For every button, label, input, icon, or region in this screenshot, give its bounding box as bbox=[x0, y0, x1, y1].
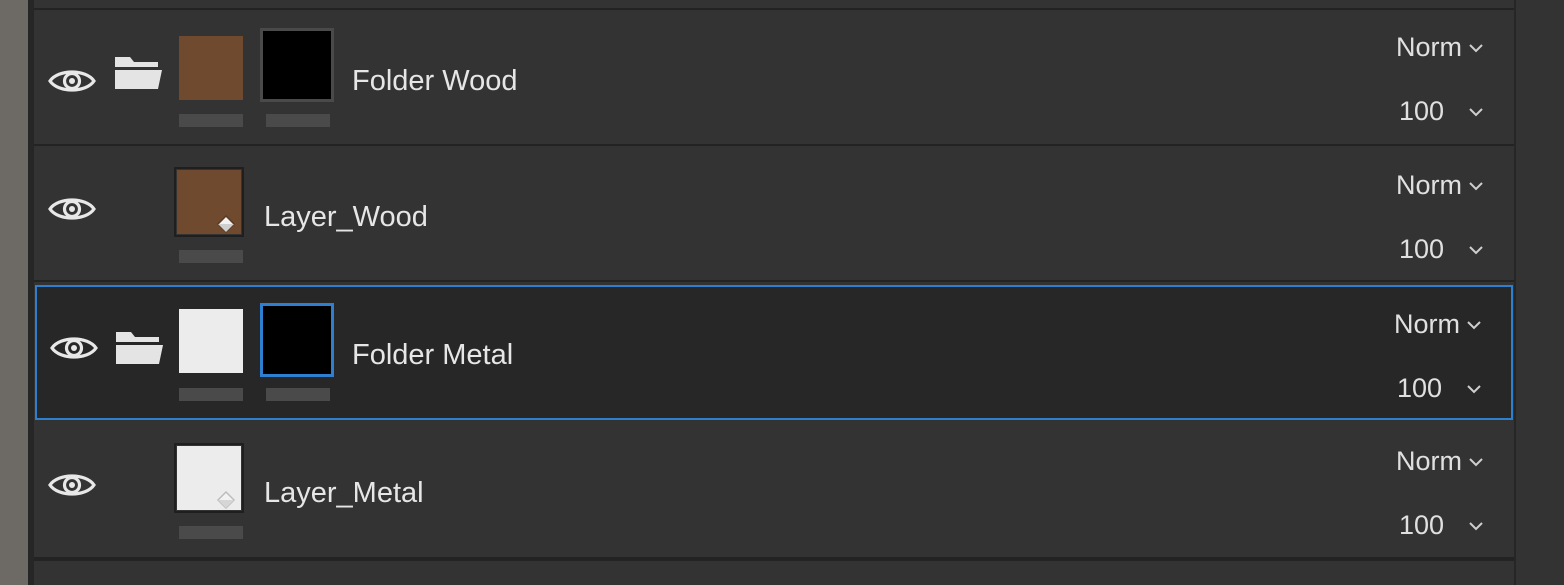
layer-name[interactable]: Layer_Metal bbox=[264, 477, 424, 510]
layer-thumbnail[interactable] bbox=[179, 36, 243, 100]
thumbnail-link-bar bbox=[179, 114, 243, 127]
layer-mask-thumbnail[interactable] bbox=[260, 28, 334, 102]
mask-link-bar bbox=[266, 114, 330, 127]
paint-bucket-icon bbox=[216, 214, 236, 234]
blend-mode-value: Norm bbox=[1394, 309, 1460, 339]
opacity-value: 100 bbox=[1396, 373, 1442, 403]
layer-row-layer-wood[interactable]: Layer_Wood Norm 100 bbox=[34, 146, 1514, 282]
eye-icon[interactable] bbox=[48, 192, 96, 226]
paint-bucket-icon bbox=[216, 490, 236, 510]
opacity-dropdown[interactable]: 100 bbox=[1399, 96, 1484, 127]
blend-mode-dropdown[interactable]: Norm bbox=[1394, 309, 1482, 340]
layer-mask-thumbnail[interactable] bbox=[260, 303, 334, 377]
chevron-down-icon bbox=[1469, 43, 1483, 52]
layers-panel: Folder Wood Norm 100 Layer_Wood Norm 100… bbox=[34, 0, 1514, 585]
opacity-dropdown[interactable]: 100 bbox=[1397, 373, 1482, 404]
eye-icon[interactable] bbox=[48, 64, 96, 98]
eye-icon[interactable] bbox=[48, 468, 96, 502]
blend-mode-value: Norm bbox=[1396, 170, 1462, 200]
thumbnail-link-bar bbox=[179, 526, 243, 539]
workspace-edge bbox=[0, 0, 28, 585]
layer-name[interactable]: Folder Wood bbox=[352, 65, 518, 98]
opacity-value: 100 bbox=[1398, 234, 1444, 264]
opacity-value: 100 bbox=[1398, 510, 1444, 540]
opacity-dropdown[interactable]: 100 bbox=[1399, 510, 1484, 541]
chevron-down-icon bbox=[1469, 457, 1483, 466]
layer-row-layer-metal[interactable]: Layer_Metal Norm 100 bbox=[34, 422, 1514, 559]
thumbnail-link-bar bbox=[179, 388, 243, 401]
layer-name[interactable]: Folder Metal bbox=[352, 339, 513, 372]
chevron-down-icon bbox=[1469, 245, 1483, 254]
layer-thumbnail[interactable] bbox=[179, 309, 243, 373]
chevron-down-icon bbox=[1469, 181, 1483, 190]
chevron-down-icon bbox=[1467, 384, 1481, 393]
opacity-value: 100 bbox=[1398, 96, 1444, 126]
layer-row-folder-wood[interactable]: Folder Wood Norm 100 bbox=[34, 10, 1514, 146]
blend-mode-dropdown[interactable]: Norm bbox=[1396, 170, 1484, 201]
blend-mode-value: Norm bbox=[1396, 32, 1462, 62]
chevron-down-icon bbox=[1469, 521, 1483, 530]
chevron-down-icon bbox=[1467, 320, 1481, 329]
panel-scrollbar-area[interactable] bbox=[1514, 0, 1564, 585]
blend-mode-value: Norm bbox=[1396, 446, 1462, 476]
layer-name[interactable]: Layer_Wood bbox=[264, 201, 428, 234]
blend-mode-dropdown[interactable]: Norm bbox=[1396, 32, 1484, 63]
blend-mode-dropdown[interactable]: Norm bbox=[1396, 446, 1484, 477]
panel-top-edge bbox=[34, 0, 1514, 10]
chevron-down-icon bbox=[1469, 107, 1483, 116]
eye-icon[interactable] bbox=[50, 331, 98, 365]
panel-bottom-edge bbox=[34, 559, 1514, 585]
opacity-dropdown[interactable]: 100 bbox=[1399, 234, 1484, 265]
folder-icon[interactable] bbox=[112, 54, 164, 92]
layers-panel-window: Folder Wood Norm 100 Layer_Wood Norm 100… bbox=[0, 0, 1564, 585]
folder-icon[interactable] bbox=[113, 329, 165, 367]
mask-link-bar bbox=[266, 388, 330, 401]
layer-row-folder-metal[interactable]: Folder Metal Norm 100 bbox=[35, 285, 1513, 420]
thumbnail-link-bar bbox=[179, 250, 243, 263]
